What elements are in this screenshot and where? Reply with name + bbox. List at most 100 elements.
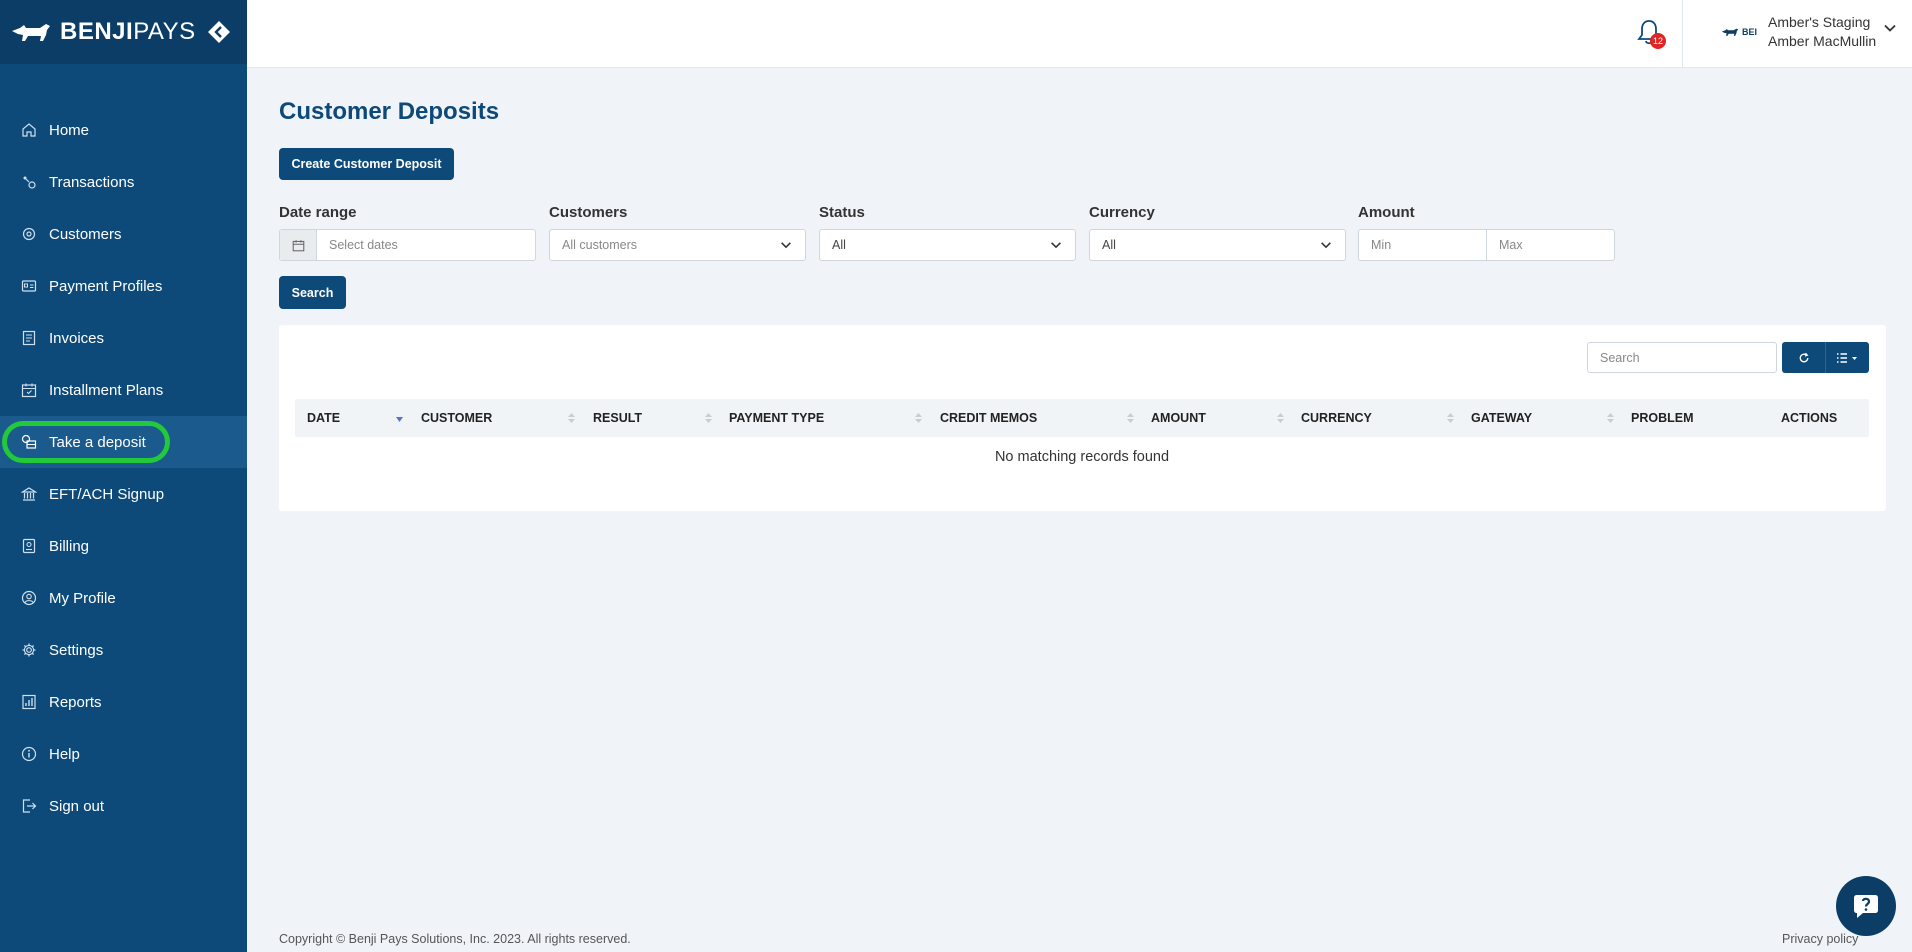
status-select-value: All [832, 238, 846, 252]
column-header-currency[interactable]: CURRENCY [1301, 399, 1372, 437]
sort-desc-icon[interactable] [395, 412, 404, 424]
sidebar-item-transactions[interactable]: Transactions [0, 156, 247, 208]
column-header-problem[interactable]: PROBLEM [1631, 399, 1694, 437]
sidebar-item-my-profile[interactable]: My Profile [0, 572, 247, 624]
column-header-payment-type[interactable]: PAYMENT TYPE [729, 399, 824, 437]
sidebar-item-sign-out[interactable]: Sign out [0, 780, 247, 832]
payment-profiles-icon [20, 277, 38, 295]
column-header-credit-memos[interactable]: CREDIT MEMOS [940, 399, 1037, 437]
column-header-date[interactable]: DATE [307, 399, 340, 437]
sidebar-item-label: Sign out [49, 797, 105, 815]
header-divider [1682, 0, 1683, 68]
date-range-input[interactable]: Select dates [279, 229, 536, 261]
invoice-icon [20, 329, 38, 347]
sidebar-item-eft-ach-signup[interactable]: EFT/ACH Signup [0, 468, 247, 520]
table-search-placeholder: Search [1600, 350, 1640, 365]
table-header: DATE CUSTOMER RESULT PAYMENT TYPE CREDIT… [295, 399, 1869, 437]
bank-icon [20, 485, 38, 503]
sidebar-item-label: Installment Plans [49, 381, 164, 399]
date-range-label: Date range [279, 204, 357, 221]
sidebar-toggle-button[interactable] [205, 18, 233, 46]
transactions-icon [20, 173, 38, 191]
sort-icon[interactable] [914, 412, 923, 424]
sidebar-item-label: Reports [49, 693, 102, 711]
sidebar-item-installment-plans[interactable]: Installment Plans [0, 364, 247, 416]
refresh-button[interactable] [1782, 342, 1825, 373]
status-select[interactable]: All [819, 229, 1076, 261]
sidebar-item-label: Payment Profiles [49, 277, 163, 295]
sort-icon[interactable] [1126, 412, 1135, 424]
status-label: Status [819, 204, 865, 221]
chevron-down-icon[interactable] [1882, 20, 1898, 36]
table-search-input[interactable]: Search [1587, 342, 1777, 373]
sidebar-item-label: Home [49, 121, 90, 139]
amount-min-input[interactable]: Min [1358, 229, 1487, 261]
sort-icon[interactable] [567, 412, 576, 424]
sidebar-item-settings[interactable]: Settings [0, 624, 247, 676]
home-icon [20, 121, 38, 139]
billing-icon [20, 537, 38, 555]
sidebar-item-customers[interactable]: Customers [0, 208, 247, 260]
notification-badge: 12 [1650, 33, 1666, 49]
sidebar-item-label: EFT/ACH Signup [49, 485, 165, 503]
sidebar-item-billing[interactable]: Billing [0, 520, 247, 572]
amount-min-placeholder: Min [1371, 238, 1392, 252]
column-header-result[interactable]: RESULT [593, 399, 642, 437]
help-chat-button[interactable] [1836, 876, 1896, 936]
sort-icon[interactable] [1446, 412, 1455, 424]
deposit-icon [20, 433, 38, 451]
sign-out-icon [20, 797, 38, 815]
org-logo: BEI [1721, 24, 1757, 40]
sidebar-item-label: Settings [49, 641, 104, 659]
column-header-actions: ACTIONS [1781, 411, 1838, 425]
sidebar-item-label: Customers [49, 225, 122, 243]
sort-icon[interactable] [1606, 412, 1615, 424]
amount-max-input[interactable]: Max [1486, 229, 1615, 261]
column-header-gateway[interactable]: GATEWAY [1471, 399, 1532, 437]
sidebar-item-invoices[interactable]: Invoices [0, 312, 247, 364]
column-header-customer[interactable]: CUSTOMER [421, 399, 492, 437]
customers-select-value: All customers [562, 238, 638, 252]
sidebar: BENJI PAYS Home Transactions Customers Pa… [0, 0, 247, 952]
empty-table-message: No matching records found [994, 449, 1170, 465]
sidebar-item-label: Billing [49, 537, 90, 555]
brand-name-light: PAYS [133, 18, 196, 45]
sidebar-item-home[interactable]: Home [0, 104, 247, 156]
calendar-icon [20, 381, 38, 399]
sidebar-item-payment-profiles[interactable]: Payment Profiles [0, 260, 247, 312]
sort-icon[interactable] [704, 412, 713, 424]
date-range-placeholder: Select dates [329, 238, 398, 252]
search-button[interactable]: Search [279, 276, 346, 309]
sidebar-item-help[interactable]: Help [0, 728, 247, 780]
create-customer-deposit-button[interactable]: Create Customer Deposit [279, 148, 454, 180]
privacy-policy-link[interactable]: Privacy policy [1782, 932, 1858, 946]
sort-icon[interactable] [1276, 412, 1285, 424]
currency-label: Currency [1089, 204, 1155, 221]
amount-label: Amount [1358, 204, 1415, 221]
currency-select[interactable]: All [1089, 229, 1346, 261]
columns-toggle-button[interactable] [1825, 342, 1869, 373]
sidebar-item-label: Invoices [49, 329, 105, 347]
collapse-icon [208, 21, 230, 43]
sidebar-item-reports[interactable]: Reports [0, 676, 247, 728]
amount-max-placeholder: Max [1499, 238, 1523, 252]
sidebar-item-label: My Profile [49, 589, 116, 607]
customers-select[interactable]: All customers [549, 229, 806, 261]
profile-icon [20, 589, 38, 607]
copyright-text: Copyright © Benji Pays Solutions, Inc. 2… [279, 932, 631, 946]
info-icon [20, 745, 38, 763]
org-name[interactable]: Amber's Staging [1768, 14, 1870, 30]
sidebar-item-label: Take a deposit [49, 433, 146, 451]
dog-logo-icon [12, 24, 50, 41]
user-name[interactable]: Amber MacMullin [1768, 33, 1876, 49]
table-toolbar [1782, 342, 1869, 373]
brand-logo[interactable]: BENJI PAYS [10, 18, 196, 46]
sidebar-nav: Home Transactions Customers Payment Prof… [0, 104, 247, 832]
column-header-amount[interactable]: AMOUNT [1151, 399, 1206, 437]
calendar-icon[interactable] [280, 230, 317, 260]
sidebar-item-take-a-deposit[interactable]: Take a deposit [0, 416, 247, 468]
gear-icon [20, 641, 38, 659]
chat-question-icon [1854, 895, 1878, 918]
customers-label: Customers [549, 204, 628, 221]
currency-select-value: All [1102, 238, 1116, 252]
